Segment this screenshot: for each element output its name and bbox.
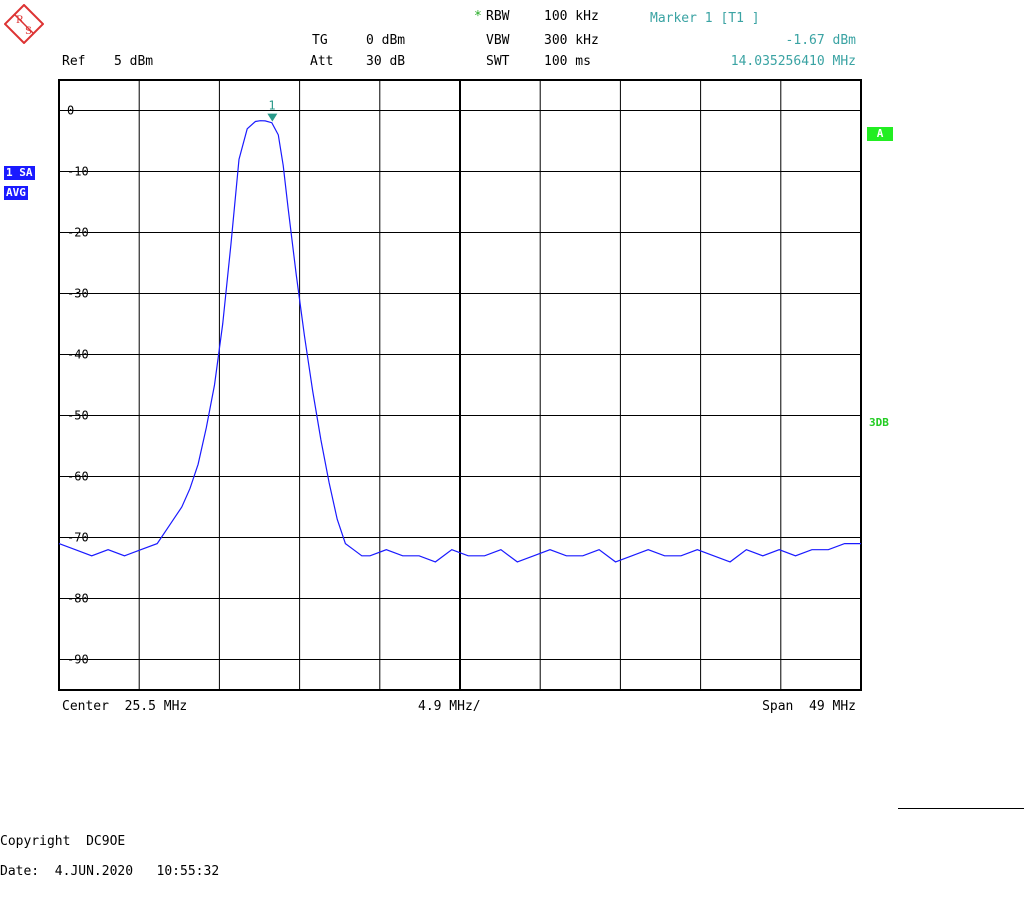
y-tick-label: -80 [67, 592, 89, 606]
y-tick-label: -50 [67, 409, 89, 423]
y-tick-label: -90 [67, 653, 89, 667]
spectrum-plot: 0 -10 -20 -30 -40 -50 -60 -70 -80 -90 1 [58, 79, 862, 691]
y-tick-label: -70 [67, 531, 89, 545]
y-tick-labels: 0 -10 -20 -30 -40 -50 -60 -70 -80 -90 [67, 104, 89, 667]
marker-triangle [267, 113, 278, 122]
per-division: 4.9 MHz/ [418, 699, 481, 714]
span: Span 49 MHz [762, 699, 856, 714]
copyright: Copyright DC9OE [0, 834, 126, 849]
center-frequency: Center 25.5 MHz [62, 699, 188, 714]
y-tick-label: -30 [67, 287, 89, 301]
y-tick-label: -20 [67, 226, 89, 240]
y-tick-label: -40 [67, 348, 89, 362]
y-tick-label: -60 [67, 470, 89, 484]
date: Date: 4.JUN.2020 10:55:32 [0, 864, 220, 879]
y-tick-label: -10 [67, 165, 89, 179]
grid [58, 79, 862, 691]
divider-line [898, 808, 1024, 809]
marker-label: 1 [268, 99, 275, 113]
y-tick-label: 0 [67, 104, 74, 118]
